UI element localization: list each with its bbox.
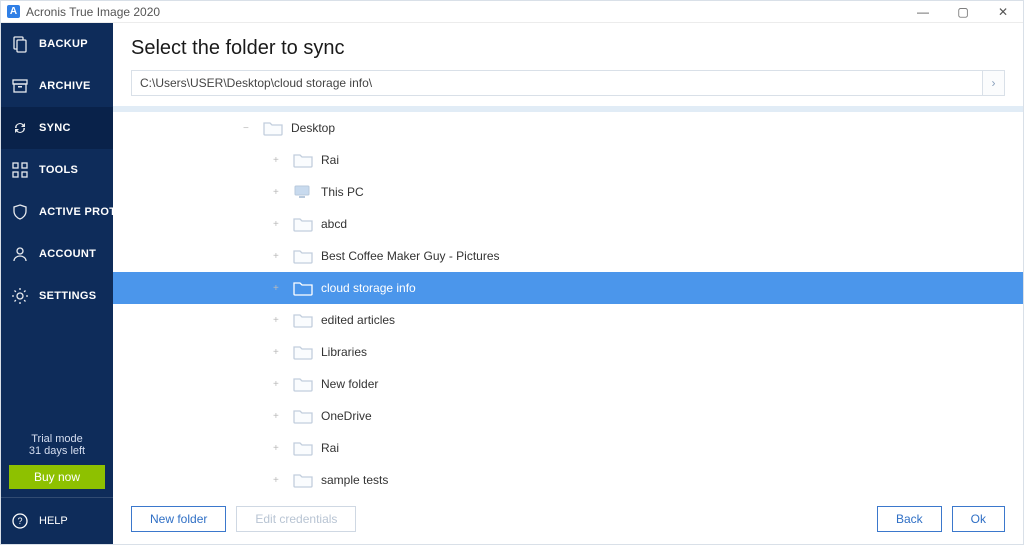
tree-item-label: Libraries <box>321 345 367 359</box>
tree-root[interactable]: − Desktop <box>113 112 1023 144</box>
folder-icon <box>293 312 313 328</box>
tree-item-label: abcd <box>321 217 347 231</box>
sidebar-item-help[interactable]: ? HELP <box>1 497 113 544</box>
folder-icon <box>293 344 313 360</box>
folder-icon <box>293 152 313 168</box>
tree-item[interactable]: + edited articles <box>113 304 1023 336</box>
tree-root-label: Desktop <box>291 121 335 135</box>
tree-item[interactable]: + cloud storage info <box>113 272 1023 304</box>
tools-icon <box>11 161 29 179</box>
tree-item-label: Rai <box>321 441 339 455</box>
sidebar-item-settings[interactable]: SETTINGS <box>1 275 113 317</box>
tree-item-label: sample tests <box>321 473 388 487</box>
tree-item-label: Rai <box>321 153 339 167</box>
sidebar-item-tools[interactable]: TOOLS <box>1 149 113 191</box>
tree-item[interactable]: + Libraries <box>113 336 1023 368</box>
trial-status: Trial mode 31 days left <box>1 427 113 461</box>
app-title: Acronis True Image 2020 <box>26 5 160 19</box>
archive-icon <box>11 77 29 95</box>
tree-item[interactable]: + Rai <box>113 144 1023 176</box>
sidebar-item-account[interactable]: ACCOUNT <box>1 233 113 275</box>
sidebar-item-backup[interactable]: BACKUP <box>1 23 113 65</box>
app-icon: A <box>7 5 20 18</box>
sidebar-item-label: ARCHIVE <box>39 80 91 92</box>
expand-icon[interactable]: + <box>273 411 283 422</box>
collapse-icon[interactable]: − <box>243 123 253 134</box>
sidebar-item-label: TOOLS <box>39 164 78 176</box>
tree-item[interactable]: + New folder <box>113 368 1023 400</box>
trial-line1: Trial mode <box>1 433 113 445</box>
page-title: Select the folder to sync <box>113 23 1023 70</box>
main-panel: Select the folder to sync C:\Users\USER\… <box>113 23 1023 544</box>
tree-item-label: New folder <box>321 377 378 391</box>
expand-icon[interactable]: + <box>273 187 283 198</box>
sidebar-item-archive[interactable]: ARCHIVE <box>1 65 113 107</box>
buy-now-button[interactable]: Buy now <box>9 465 105 489</box>
folder-icon <box>263 120 283 136</box>
sync-icon <box>11 119 29 137</box>
close-button[interactable]: ✕ <box>983 1 1023 23</box>
help-label: HELP <box>39 515 68 527</box>
folder-icon <box>293 440 313 456</box>
expand-icon[interactable]: + <box>273 315 283 326</box>
folder-icon <box>293 472 313 488</box>
expand-icon[interactable]: + <box>273 219 283 230</box>
expand-icon[interactable]: + <box>273 475 283 486</box>
expand-icon[interactable]: + <box>273 155 283 166</box>
tree-item[interactable]: + sample tests <box>113 464 1023 496</box>
tree-item[interactable]: + abcd <box>113 208 1023 240</box>
sidebar-item-label: BACKUP <box>39 38 88 50</box>
tree-item-label: Best Coffee Maker Guy - Pictures <box>321 249 500 263</box>
edit-credentials-button: Edit credentials <box>236 506 356 532</box>
folder-icon <box>293 408 313 424</box>
expand-icon[interactable]: + <box>273 443 283 454</box>
folder-icon <box>293 376 313 392</box>
folder-icon <box>293 280 313 296</box>
expand-icon[interactable]: + <box>273 379 283 390</box>
tree-item-label: edited articles <box>321 313 395 327</box>
account-icon <box>11 245 29 263</box>
folder-icon <box>293 248 313 264</box>
gear-icon <box>11 287 29 305</box>
new-folder-button[interactable]: New folder <box>131 506 226 532</box>
ok-button[interactable]: Ok <box>952 506 1005 532</box>
tree-item[interactable]: + OneDrive <box>113 400 1023 432</box>
sidebar-item-label: ACCOUNT <box>39 248 96 260</box>
folder-icon <box>293 216 313 232</box>
shield-icon <box>11 203 29 221</box>
svg-text:?: ? <box>17 516 22 526</box>
expand-icon[interactable]: + <box>273 251 283 262</box>
expand-icon[interactable]: + <box>273 283 283 294</box>
expand-icon[interactable]: + <box>273 347 283 358</box>
path-go-button[interactable]: › <box>983 70 1005 96</box>
path-input[interactable]: C:\Users\USER\Desktop\cloud storage info… <box>131 70 983 96</box>
help-icon: ? <box>11 512 29 530</box>
tree-item[interactable]: + This PC <box>113 176 1023 208</box>
backup-icon <box>11 35 29 53</box>
tree-item[interactable]: + Rai <box>113 432 1023 464</box>
minimize-button[interactable]: — <box>903 1 943 23</box>
folder-tree[interactable]: − Desktop + Rai + This PC + abcd + Best Coffee Ma… <box>113 112 1023 496</box>
title-bar: A Acronis True Image 2020 — ▢ ✕ <box>1 1 1023 23</box>
sidebar-item-sync[interactable]: SYNC <box>1 107 113 149</box>
trial-line2: 31 days left <box>1 445 113 457</box>
tree-item-label: OneDrive <box>321 409 372 423</box>
back-button[interactable]: Back <box>877 506 942 532</box>
tree-item[interactable]: + Best Coffee Maker Guy - Pictures <box>113 240 1023 272</box>
maximize-button[interactable]: ▢ <box>943 1 983 23</box>
sidebar-item-active-protection[interactable]: ACTIVE PROTECTION <box>1 191 113 233</box>
tree-item-label: cloud storage info <box>321 281 416 295</box>
sidebar-item-label: SYNC <box>39 122 71 134</box>
sidebar: BACKUP ARCHIVE SYNC TOOLS ACTIVE PROTECT… <box>1 23 113 544</box>
sidebar-item-label: SETTINGS <box>39 290 96 302</box>
computer-icon <box>293 184 313 200</box>
tree-item-label: This PC <box>321 185 364 199</box>
